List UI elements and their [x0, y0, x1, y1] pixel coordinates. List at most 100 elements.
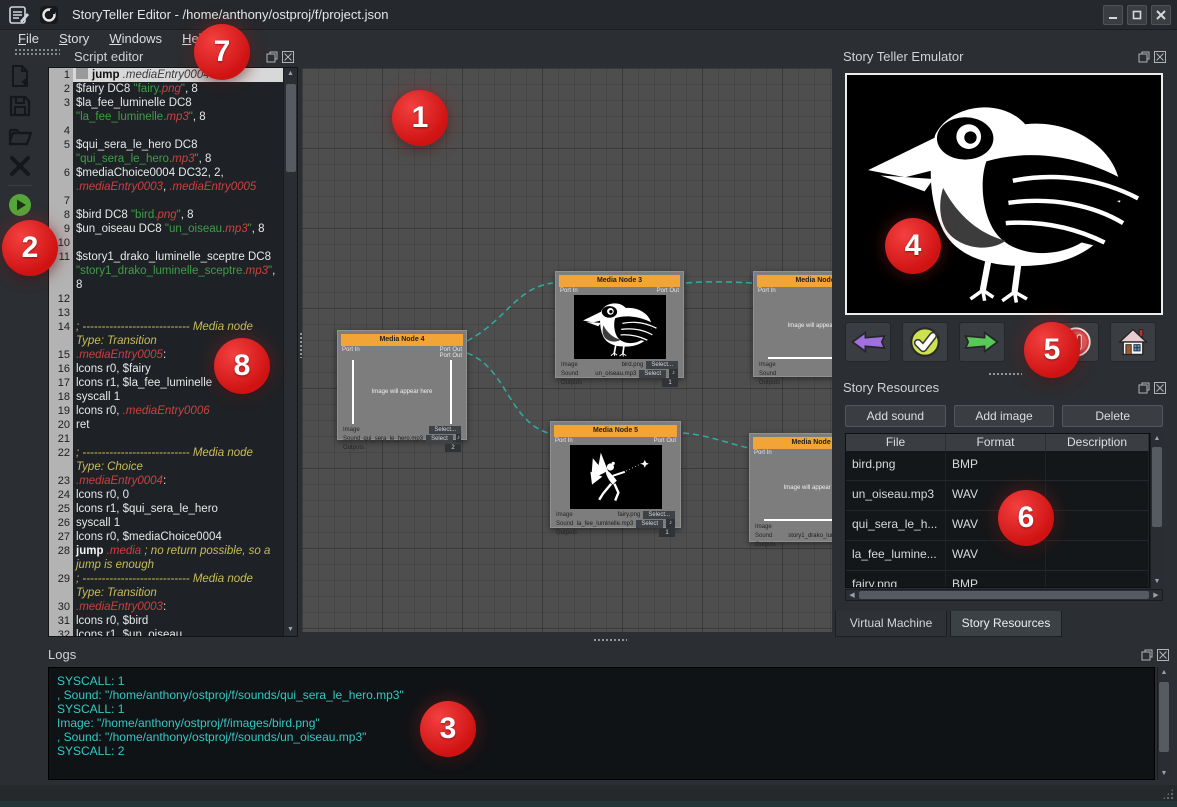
tab-story-resources[interactable]: Story Resources — [950, 611, 1062, 637]
code-row: 20ret — [49, 418, 283, 432]
scroll-down-icon[interactable]: ▼ — [1154, 576, 1161, 588]
media-node-2[interactable]: Media Node 2 Port In Image will appear h… — [753, 271, 832, 377]
float-panel-icon[interactable] — [1138, 51, 1150, 63]
port-out[interactable]: Port Out Port Out — [440, 347, 462, 359]
outputs-spinner[interactable]: 1 — [659, 529, 675, 537]
close-button[interactable] — [1151, 5, 1171, 25]
emulator-screen — [845, 73, 1163, 315]
code-row: "qui_sera_le_hero.mp3", 8 — [49, 152, 283, 166]
outputs-spinner[interactable]: 1 — [662, 379, 678, 387]
code-row: 23.mediaEntry0004: — [49, 474, 283, 488]
close-panel-icon[interactable] — [282, 51, 294, 63]
close-panel-icon[interactable] — [1154, 382, 1166, 394]
scroll-left-icon[interactable]: ◀ — [846, 591, 858, 599]
log-line: , Sound: "/home/anthony/ostproj/f/sounds… — [57, 688, 1146, 702]
float-panel-icon[interactable] — [266, 51, 278, 63]
emulator-back-button[interactable] — [845, 322, 891, 362]
port-in[interactable]: Port In — [754, 450, 772, 456]
scroll-down-icon[interactable]: ▼ — [1161, 768, 1168, 780]
select-image-button[interactable]: Select... — [646, 361, 678, 369]
annotation-7: 7 — [194, 24, 250, 80]
logs-scrollbar[interactable]: ▲ ▼ — [1157, 667, 1170, 780]
select-sound-button[interactable]: Select — [426, 435, 453, 443]
code-row: 13 — [49, 306, 283, 320]
select-image-button[interactable]: Select... — [429, 426, 461, 434]
select-sound-button[interactable]: Select — [636, 520, 663, 528]
play-sound-icon[interactable]: ♪ — [669, 369, 678, 378]
code-row: Type: Transition — [49, 586, 283, 600]
resources-table[interactable]: File Format Description bird.pngBMPun_oi… — [845, 433, 1150, 588]
add-sound-button[interactable]: Add sound — [845, 405, 946, 427]
resource-row[interactable]: un_oiseau.mp3WAV — [846, 481, 1149, 511]
open-folder-icon[interactable] — [7, 123, 33, 149]
editor-scrollbar[interactable]: ▲ ▼ — [283, 68, 297, 636]
code-row: 2$fairy DC8 "fairy.png", 8 — [49, 82, 283, 96]
outputs-spinner[interactable]: 2 — [445, 444, 461, 452]
play-sound-icon[interactable]: ♪ — [456, 434, 461, 443]
scroll-up-icon[interactable]: ▲ — [287, 68, 294, 80]
scroll-up-icon[interactable]: ▲ — [1161, 667, 1168, 679]
next-arrow-icon — [963, 329, 1001, 355]
port-in[interactable]: Port In — [758, 288, 776, 294]
media-node-4[interactable]: Media Node 4 Port In Port Out Port Out I… — [337, 330, 467, 440]
code-row: 22; ---------------------------- Media n… — [49, 446, 283, 460]
code-row: 8$bird DC8 "bird.png", 8 — [49, 208, 283, 222]
resource-row[interactable]: bird.pngBMP — [846, 451, 1149, 481]
maximize-button[interactable] — [1127, 5, 1147, 25]
node-graph-canvas[interactable]: Media Node 4 Port In Port Out Port Out I… — [302, 68, 832, 632]
menu-story[interactable]: Story — [51, 31, 97, 46]
code-row: 24lcons r0, 0 — [49, 488, 283, 502]
minimize-button[interactable] — [1103, 5, 1123, 25]
port-in[interactable]: Port In — [555, 438, 573, 444]
port-in[interactable]: Port In — [342, 347, 360, 359]
media-node-3[interactable]: Media Node 3 Port In Port Out Image bird… — [555, 271, 684, 378]
code-row: 4 — [49, 124, 283, 138]
close-project-icon[interactable] — [7, 153, 33, 179]
image-placeholder: Image will appear here — [768, 295, 832, 359]
log-output: SYSCALL: 1, Sound: "/home/anthony/ostpro… — [48, 667, 1155, 780]
scroll-right-icon[interactable]: ▶ — [1150, 591, 1162, 599]
toolbar-separator — [8, 185, 32, 186]
run-icon[interactable] — [7, 192, 33, 218]
add-image-button[interactable]: Add image — [954, 405, 1055, 427]
table-vscrollbar[interactable]: ▲ ▼ — [1150, 433, 1163, 588]
table-header[interactable]: File Format Description — [846, 434, 1149, 451]
select-image-button[interactable]: Select... — [643, 511, 675, 519]
menu-file[interactable]: File — [10, 31, 47, 46]
taskbar-edge — [0, 801, 1177, 807]
menu-windows[interactable]: Windows — [101, 31, 170, 46]
close-panel-icon[interactable] — [1154, 51, 1166, 63]
emulator-next-button[interactable] — [959, 322, 1005, 362]
close-panel-icon[interactable] — [1157, 649, 1169, 661]
code-row: 1jump .mediaEntry0004 — [49, 68, 283, 82]
new-file-icon[interactable] — [7, 63, 33, 89]
annotation-3: 3 — [420, 701, 476, 757]
media-node-6[interactable]: Media Node 6 Port In Image will appear h… — [749, 433, 832, 542]
splitter-canvas-logs[interactable] — [593, 638, 627, 643]
resource-row[interactable]: fairy.pngBMP — [846, 571, 1149, 588]
port-out[interactable]: Port Out — [654, 438, 676, 444]
float-panel-icon[interactable] — [1141, 649, 1153, 661]
node-title: Media Node 6 — [753, 437, 832, 449]
log-line: SYSCALL: 2 — [57, 744, 1146, 758]
tab-virtual-machine[interactable]: Virtual Machine — [835, 611, 947, 637]
emulator-ok-button[interactable] — [902, 322, 948, 362]
emulator-home-button[interactable] — [1110, 322, 1156, 362]
save-icon[interactable] — [7, 93, 33, 119]
node-image-bird — [574, 295, 666, 359]
scroll-up-icon[interactable]: ▲ — [1154, 433, 1161, 445]
port-out[interactable]: Port Out — [657, 288, 679, 294]
bird-image — [854, 83, 1154, 305]
resize-grip[interactable] — [1162, 788, 1174, 800]
media-node-5[interactable]: Media Node 5 Port In Port Out Image fair… — [550, 421, 681, 528]
port-in[interactable]: Port In — [560, 288, 578, 294]
image-placeholder: Image will appear here — [352, 360, 452, 424]
code-row: "la_fee_luminelle.mp3", 8 — [49, 110, 283, 124]
play-sound-icon[interactable]: ♪ — [666, 519, 675, 528]
select-sound-button[interactable]: Select — [639, 370, 666, 378]
scroll-down-icon[interactable]: ▼ — [287, 624, 294, 636]
resource-row[interactable]: la_fee_lumine...WAV — [846, 541, 1149, 571]
float-panel-icon[interactable] — [1138, 382, 1150, 394]
table-hscrollbar[interactable]: ◀ ▶ — [845, 589, 1163, 601]
delete-button[interactable]: Delete — [1062, 405, 1163, 427]
